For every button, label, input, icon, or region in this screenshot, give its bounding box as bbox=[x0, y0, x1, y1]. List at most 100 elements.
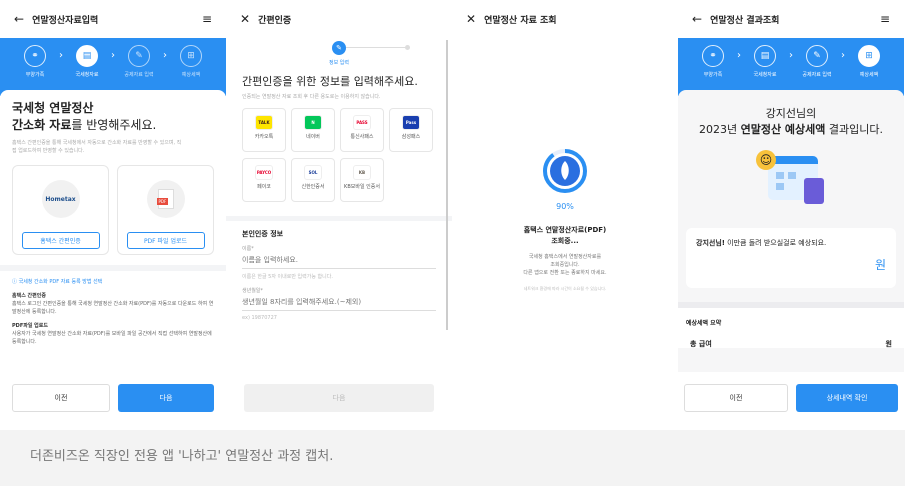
calculator-icon: ⊞ bbox=[180, 45, 202, 67]
chevron-right-icon: › bbox=[111, 50, 115, 61]
summary-value: 원 bbox=[885, 340, 892, 348]
pdf-card[interactable]: PDF PDF 파일 업로드 bbox=[117, 165, 214, 255]
body-line: 조회중입니다. bbox=[550, 262, 580, 268]
chevron-right-icon: › bbox=[737, 50, 741, 61]
heading-bold: 연말정산 예상세액 bbox=[740, 123, 826, 136]
content-area: 강지선님의 2023년 연말정산 예상세액 결과입니다. ☺ 강지선님! 이만큼… bbox=[678, 90, 904, 348]
chevron-right-icon: › bbox=[163, 50, 167, 61]
document-icon: ▤ bbox=[754, 45, 776, 67]
step-deduction-input: ✎ 공제자료 입력 bbox=[117, 45, 161, 78]
pdf-paper: PDF bbox=[156, 189, 174, 209]
summary-row: 총 급여 원 bbox=[686, 339, 896, 349]
image-caption: 더존비즈온 직장인 전용 앱 '나하고' 연말정산 과정 캡처. bbox=[0, 430, 905, 486]
provider-logo-icon: N bbox=[304, 115, 322, 130]
arrow-left-icon[interactable]: ← bbox=[692, 12, 702, 26]
step-label: 예상세액 bbox=[859, 72, 879, 78]
provider-option[interactable]: Pass 삼성패스 bbox=[389, 108, 433, 152]
provider-option[interactable]: N 네이버 bbox=[291, 108, 335, 152]
description: 홈택스 간편인증을 통해 국세청에서 자동으로 간소화 자료를 반영할 수 있으… bbox=[12, 140, 182, 154]
heading-prefix: 2023년 bbox=[698, 123, 741, 136]
info2-body: 사용자가 국세청 연말정산 간소화 자료(PDF)를 모바일 파일 공간에서 직… bbox=[12, 331, 212, 345]
refund-card: 강지선님! 이만큼 돌려 받으실걸로 예상되요. 원 bbox=[686, 228, 896, 288]
chevron-right-icon: › bbox=[841, 50, 845, 61]
next-button[interactable]: 다음 bbox=[118, 384, 214, 412]
result-heading: 강지선님의 2023년 연말정산 예상세액 결과입니다. bbox=[686, 106, 896, 138]
header: ✕ 연말정산 자료 조회 bbox=[452, 0, 678, 38]
hamburger-icon[interactable]: ≡ bbox=[202, 12, 212, 26]
birth-input[interactable] bbox=[242, 294, 436, 311]
heading-line: 간소화 자료를 반영해주세요. bbox=[12, 117, 214, 134]
pdf-upload-button[interactable]: PDF 파일 업로드 bbox=[126, 232, 205, 249]
heading-line: 국세청 연말정산 bbox=[12, 101, 94, 115]
progress-percent: 90% bbox=[556, 202, 574, 211]
smile-icon: ☺ bbox=[756, 150, 776, 170]
pdf-label: PDF bbox=[156, 198, 169, 205]
step-dependents: ⚭ 부양가족 bbox=[13, 45, 57, 78]
step-label: 국세청자료 bbox=[753, 72, 777, 78]
calendar-cell bbox=[776, 183, 784, 190]
step-label: 부양가족 bbox=[703, 72, 723, 78]
step-label: 부양가족 bbox=[25, 72, 45, 78]
heading-line: 강지선님의 bbox=[765, 107, 817, 120]
info1-title: 홈택스 간편인증 bbox=[12, 293, 46, 299]
prev-button[interactable]: 이전 bbox=[684, 384, 788, 412]
page-title: 연말정산자료입력 bbox=[32, 15, 99, 26]
body-line: 다른 앱으로 전환 또는 종료하지 마세요. bbox=[523, 270, 607, 276]
loading-panel: 90% 홈택스 연말정산자료(PDF) 조회중... 국세청 홈택스에서 연말정… bbox=[452, 148, 678, 292]
provider-label: KB모바일 인증서 bbox=[344, 184, 380, 190]
progress-label: 정보 입력 bbox=[329, 60, 349, 66]
edit-icon: ✎ bbox=[128, 45, 150, 67]
step-dependents: ⚭ 부양가족 bbox=[691, 45, 735, 78]
heading-bold: 간소화 자료 bbox=[12, 118, 72, 132]
refund-amount: 원 bbox=[874, 258, 886, 272]
provider-option[interactable]: SOL 신한인증서 bbox=[291, 158, 335, 202]
step-nts-data: ▤ 국세청자료 bbox=[743, 45, 787, 78]
close-icon[interactable]: ✕ bbox=[240, 12, 250, 26]
screen-tax-data-input: ← 연말정산자료입력 ≡ ⚭ 부양가족 › ▤ 국세청자료 › ✎ 공제자료 입력 ›… bbox=[0, 0, 226, 430]
progress-line bbox=[339, 47, 407, 48]
header: ← 연말정산 결과조회 ≡ bbox=[678, 0, 904, 38]
name-input[interactable] bbox=[242, 252, 436, 269]
screen-data-lookup: ✕ 연말정산 자료 조회 90% 홈택스 연말정산자료(PDF) 조회중... … bbox=[452, 0, 678, 430]
screen-simple-auth: ✕ 간편인증 ✎ 정보 입력 간편인증을 위한 정보를 입력해주세요. 인증되는… bbox=[226, 0, 452, 430]
next-button[interactable]: 다음 bbox=[244, 384, 434, 412]
heading-line: 2023년 연말정산 예상세액 결과입니다. bbox=[686, 122, 896, 138]
prev-button[interactable]: 이전 bbox=[12, 384, 110, 412]
hometax-card[interactable]: Hometax 홈택스 간편인증 bbox=[12, 165, 109, 255]
calculator-icon: ⊞ bbox=[858, 45, 880, 67]
progress-dot bbox=[405, 45, 410, 50]
calculator-icon bbox=[804, 178, 824, 204]
provider-label: 신한인증서 bbox=[301, 184, 325, 190]
bottom-buttons: 이전 상세내역 확인 bbox=[678, 372, 904, 430]
heading-line: 조회중... bbox=[551, 237, 579, 245]
heading-line: 홈택스 연말정산자료(PDF) bbox=[523, 226, 607, 234]
provider-logo-icon: PAYCO bbox=[255, 165, 273, 180]
step-nts-data: ▤ 국세청자료 bbox=[65, 45, 109, 78]
info-title-text: 국세청 간소화 PDF 자료 등록 방법 선택 bbox=[18, 279, 103, 285]
provider-label: 삼성패스 bbox=[401, 134, 421, 140]
identity-form: 본인인증 정보 이름* 이름은 한글 5자 이내로만 입력가능 합니다. 생년월… bbox=[226, 221, 452, 321]
content-area: 간편인증을 위한 정보를 입력해주세요. 인증되는 연말정산 자료 조회 후 다… bbox=[226, 74, 452, 202]
lookup-heading: 홈택스 연말정산자료(PDF) 조회중... bbox=[452, 225, 678, 247]
scrollbar[interactable] bbox=[446, 40, 448, 330]
hamburger-icon[interactable]: ≡ bbox=[880, 12, 890, 26]
close-icon[interactable]: ✕ bbox=[466, 12, 476, 26]
detail-button[interactable]: 상세내역 확인 bbox=[796, 384, 898, 412]
provider-label: 카카오톡 bbox=[254, 134, 274, 140]
loading-ring bbox=[543, 149, 587, 193]
calendar-cell bbox=[788, 172, 796, 179]
info-icon: ⓘ bbox=[12, 279, 19, 285]
provider-option[interactable]: TALK 카카오톡 bbox=[242, 108, 286, 152]
document-icon: ▤ bbox=[76, 45, 98, 67]
provider-option[interactable]: KB KB모바일 인증서 bbox=[340, 158, 384, 202]
pencil-icon: ✎ bbox=[332, 41, 346, 55]
hometax-auth-button[interactable]: 홈택스 간편인증 bbox=[21, 232, 100, 249]
birth-hint: ex) 19870727 bbox=[242, 315, 277, 321]
provider-option[interactable]: PASS 통신사패스 bbox=[340, 108, 384, 152]
arrow-left-icon[interactable]: ← bbox=[14, 12, 24, 26]
provider-logo-icon: SOL bbox=[304, 165, 322, 180]
provider-option[interactable]: PAYCO 페이코 bbox=[242, 158, 286, 202]
header: ← 연말정산자료입력 ≡ bbox=[0, 0, 226, 38]
calendar-illustration: ☺ bbox=[754, 150, 828, 210]
method-cards: Hometax 홈택스 간편인증 PDF PDF 파일 업로드 bbox=[12, 165, 214, 255]
